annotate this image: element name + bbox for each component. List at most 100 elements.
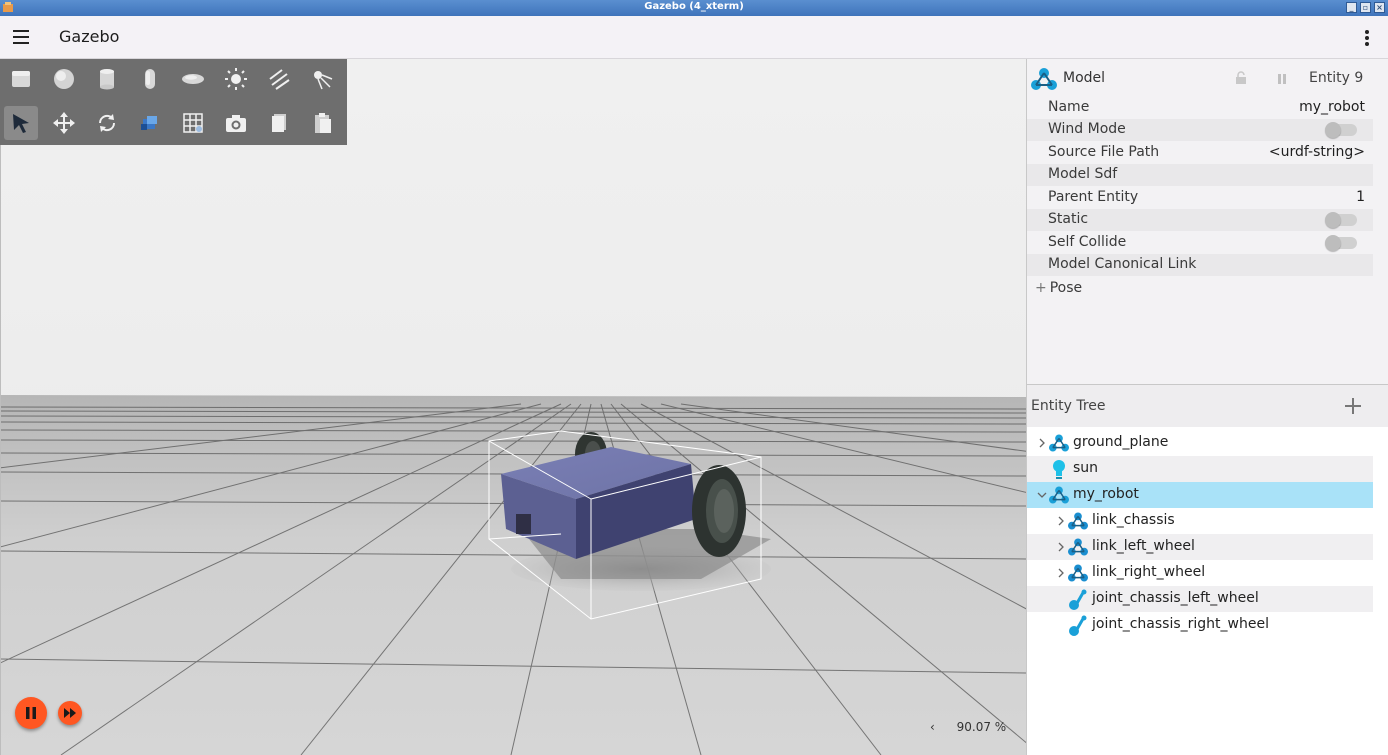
- tree-item-sun[interactable]: sun: [1027, 456, 1373, 482]
- joint-icon: [1069, 615, 1087, 636]
- cylinder-shape-button[interactable]: [90, 62, 124, 96]
- spot-light-icon: [314, 71, 333, 90]
- copy-button[interactable]: [262, 106, 296, 140]
- point-light-button[interactable]: [219, 62, 253, 96]
- copy-icon: [272, 114, 286, 132]
- transform-control-icon: [141, 116, 157, 130]
- app-title: Gazebo: [59, 27, 120, 46]
- entity-tree: ground_plane sun my_robot link_chassis l…: [1027, 427, 1388, 755]
- scene-toolbar: [0, 59, 347, 145]
- prop-row-wind-mode: Wind Mode: [1027, 119, 1373, 141]
- light-bulb-icon: [1053, 460, 1065, 479]
- paste-button[interactable]: [305, 106, 339, 140]
- right-panel: Model Entity 9 Name my_robot Wind Mode S…: [1026, 59, 1388, 755]
- tree-item-my-robot[interactable]: my_robot: [1027, 482, 1373, 508]
- link-icon: [1068, 564, 1088, 582]
- close-icon[interactable]: ×: [1374, 2, 1385, 13]
- grid-icon: [183, 113, 203, 133]
- prop-source-path-value: <urdf-string>: [1268, 144, 1365, 160]
- rtf-value: 90.07 %: [956, 720, 1007, 734]
- screenshot-button[interactable]: [219, 106, 253, 140]
- model-icon: [1049, 486, 1069, 504]
- prop-row-model-canonical-link: Model Canonical Link: [1027, 254, 1373, 276]
- tree-item-ground-plane[interactable]: ground_plane: [1027, 430, 1373, 456]
- hamburger-menu-icon[interactable]: [11, 28, 31, 46]
- move-icon: [53, 112, 75, 134]
- wind-mode-toggle[interactable]: [1325, 122, 1357, 138]
- prop-row-parent-entity: Parent Entity 1: [1048, 189, 1365, 205]
- fast-forward-icon: [64, 708, 76, 718]
- model-icon: [1031, 68, 1057, 90]
- sphere-shape-button[interactable]: [47, 62, 81, 96]
- component-inspector-header: Model Entity 9: [1027, 65, 1388, 93]
- minimize-icon[interactable]: _: [1346, 2, 1357, 13]
- pause-updates-icon[interactable]: [1276, 73, 1288, 85]
- translate-mode-button[interactable]: [47, 106, 81, 140]
- rotate-mode-button[interactable]: [90, 106, 124, 140]
- directional-light-button[interactable]: [262, 62, 296, 96]
- rotate-icon: [98, 114, 116, 132]
- grid-config-button[interactable]: [176, 106, 210, 140]
- spot-light-button[interactable]: [305, 62, 339, 96]
- tree-item-joint-chassis-right-wheel[interactable]: joint_chassis_right_wheel: [1027, 612, 1373, 638]
- app-bar: Gazebo: [0, 16, 1388, 59]
- expand-plus-icon: +: [1035, 280, 1047, 296]
- self-collide-toggle[interactable]: [1325, 235, 1357, 251]
- component-inspector: Model Entity 9 Name my_robot Wind Mode S…: [1027, 59, 1388, 384]
- select-mode-button[interactable]: [4, 106, 38, 140]
- chevron-right-icon[interactable]: [1057, 542, 1065, 552]
- point-light-icon: [225, 68, 247, 90]
- tree-item-link-left-wheel[interactable]: link_left_wheel: [1027, 534, 1373, 560]
- joint-icon: [1069, 589, 1087, 610]
- camera-icon: [226, 115, 246, 132]
- directional-light-icon: [269, 69, 290, 90]
- capsule-shape-button[interactable]: [133, 62, 167, 96]
- prop-row-name: Name my_robot: [1048, 99, 1365, 115]
- prop-name-value: my_robot: [1299, 99, 1365, 115]
- chevron-right-icon[interactable]: [1057, 516, 1065, 526]
- link-icon: [1068, 512, 1088, 530]
- sphere-icon: [54, 69, 74, 89]
- entity-id-label: Entity 9: [1309, 70, 1364, 86]
- tree-item-link-right-wheel[interactable]: link_right_wheel: [1027, 560, 1373, 586]
- window-titlebar: Gazebo (4_xterm) _ ▫ ×: [0, 0, 1388, 16]
- pose-expander[interactable]: + Pose: [1035, 280, 1082, 296]
- ellipsoid-icon: [182, 74, 204, 84]
- window-title: Gazebo (4_xterm): [644, 1, 744, 12]
- link-icon: [1068, 538, 1088, 556]
- chevron-down-icon[interactable]: [1037, 491, 1047, 499]
- entity-tree-title: Entity Tree: [1031, 398, 1106, 414]
- lock-icon[interactable]: [1234, 71, 1248, 85]
- pause-icon: [26, 707, 36, 719]
- prop-row-self-collide: Self Collide: [1027, 232, 1373, 254]
- box-icon: [12, 71, 30, 87]
- model-icon: [1049, 434, 1069, 452]
- maximize-icon[interactable]: ▫: [1360, 2, 1371, 13]
- add-entity-icon[interactable]: [1343, 396, 1363, 416]
- more-vert-icon[interactable]: [1358, 27, 1376, 49]
- transform-control-button[interactable]: [133, 106, 167, 140]
- ellipsoid-shape-button[interactable]: [176, 62, 210, 96]
- step-button[interactable]: [58, 701, 82, 725]
- component-type-label: Model: [1063, 70, 1106, 86]
- entity-tree-header: Entity Tree: [1027, 384, 1388, 427]
- prop-row-model-sdf[interactable]: Model Sdf: [1027, 164, 1373, 186]
- scene-render: [1, 59, 1026, 755]
- capsule-icon: [145, 69, 155, 89]
- prop-row-source-file-path: Source File Path <urdf-string>: [1048, 144, 1365, 160]
- paste-icon: [315, 113, 331, 133]
- chevron-right-icon[interactable]: [1057, 568, 1065, 578]
- static-toggle[interactable]: [1325, 212, 1357, 228]
- play-pause-button[interactable]: [15, 697, 47, 729]
- box-shape-button[interactable]: [4, 62, 38, 96]
- arrow-pointer-icon: [13, 114, 29, 133]
- prop-parent-entity-value: 1: [1356, 189, 1365, 205]
- real-time-factor: ‹ 90.07 %: [930, 720, 1006, 734]
- tree-item-joint-chassis-left-wheel[interactable]: joint_chassis_left_wheel: [1027, 586, 1373, 612]
- cylinder-icon: [100, 69, 114, 90]
- stats-expand-icon[interactable]: ‹: [930, 720, 935, 734]
- scene-3d-viewport[interactable]: [0, 59, 1026, 755]
- chevron-right-icon[interactable]: [1038, 438, 1046, 448]
- tree-item-link-chassis[interactable]: link_chassis: [1027, 508, 1373, 534]
- prop-row-static: Static: [1027, 209, 1373, 231]
